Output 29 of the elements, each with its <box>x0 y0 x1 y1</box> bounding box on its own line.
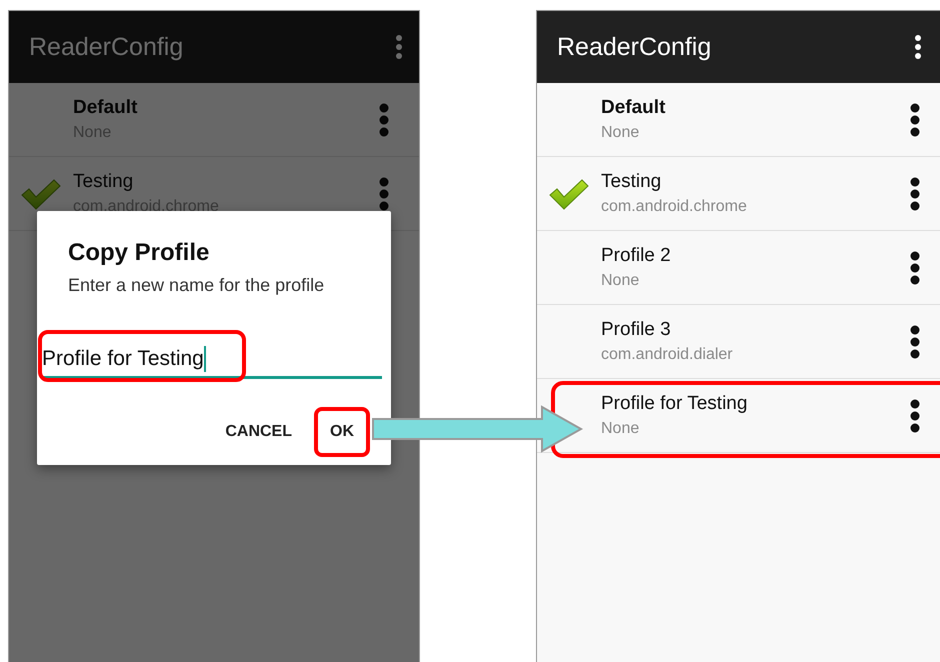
profile-name: Profile 3 <box>601 319 672 341</box>
dialog-button[interactable]: CANCEL <box>209 407 308 457</box>
profile-name: Testing <box>73 171 134 193</box>
profile-name: Profile 2 <box>601 245 672 267</box>
more-options-icon[interactable] <box>910 102 920 136</box>
profile-name: Testing <box>601 171 662 193</box>
profile-name: Profile for Testing <box>601 393 748 415</box>
profile-item[interactable]: Testing com.android.chrome <box>537 157 940 231</box>
app-title: ReaderConfig <box>29 32 184 62</box>
profile-name: Default <box>601 97 666 119</box>
dialog-title: Copy Profile <box>68 239 210 267</box>
more-options-icon[interactable] <box>910 176 920 210</box>
profile-app: None <box>601 420 640 438</box>
profile-item[interactable]: Profile 3 com.android.dialer <box>537 305 940 379</box>
more-options-icon[interactable] <box>910 398 920 432</box>
profile-app: None <box>601 272 640 290</box>
profile-name-field[interactable]: Profile for Testing <box>42 342 382 379</box>
profile-item[interactable]: Profile 2 None <box>537 231 940 305</box>
dialog-message: Enter a new name for the profile <box>68 275 326 296</box>
profile-name: Default <box>73 97 138 119</box>
overflow-menu-icon[interactable] <box>914 35 922 59</box>
profile-item[interactable]: Default None <box>537 83 940 157</box>
profile-app: com.android.dialer <box>601 346 734 364</box>
more-options-icon[interactable] <box>910 250 920 284</box>
app-title: ReaderConfig <box>557 32 712 62</box>
more-options-icon[interactable] <box>910 324 920 358</box>
dialog-button[interactable]: OK <box>314 407 370 457</box>
profile-app: None <box>601 124 640 142</box>
profile-app: com.android.chrome <box>601 198 748 216</box>
